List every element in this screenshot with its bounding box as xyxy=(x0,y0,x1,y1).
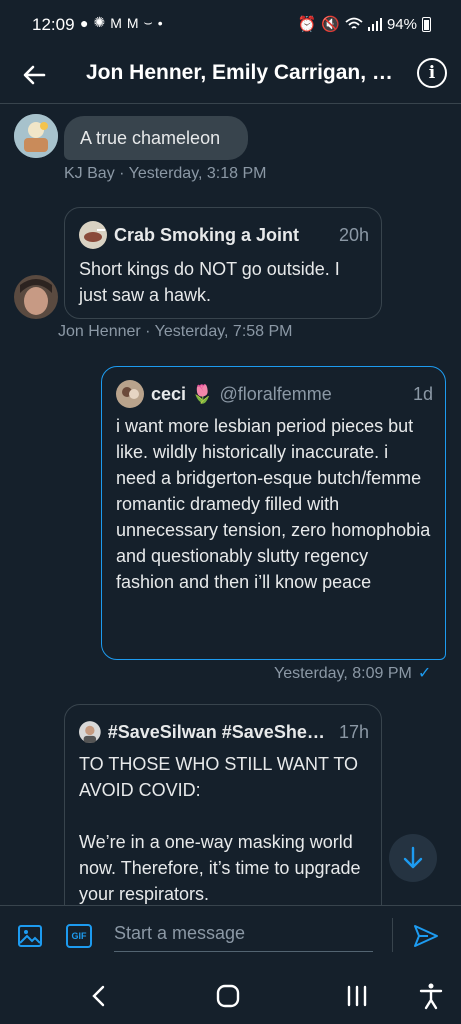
message-meta: Jon Henner · Yesterday, 7:58 PM xyxy=(58,323,293,340)
message-meta: Yesterday, 8:09 PM ✓ xyxy=(274,663,431,683)
message-input[interactable] xyxy=(114,916,373,952)
notification-icons: ● ✺ M M ⌣ • xyxy=(80,14,163,31)
quoted-tweet-header: Crab Smoking a Joint 20h xyxy=(79,220,369,250)
own-quoted-tweet-card[interactable]: ceci 🌷 @floralfemme 1d i want more lesbi… xyxy=(101,366,446,660)
quoted-tweet-time: 20h xyxy=(338,224,369,245)
info-icon[interactable]: i xyxy=(417,58,447,88)
message-composer: GIF xyxy=(0,905,461,965)
system-nav-bar xyxy=(0,965,461,1024)
nav-recents-icon[interactable] xyxy=(342,981,372,1011)
message-timestamp: Yesterday, 8:09 PM xyxy=(274,665,412,682)
dash-icon: ⌣ xyxy=(143,14,153,30)
gif-button[interactable]: GIF xyxy=(66,924,92,948)
app-notification-icon: ✺ xyxy=(93,14,106,30)
quoted-author-name: Crab Smoking a Joint xyxy=(114,224,300,245)
chat-notification-icon: ● xyxy=(80,14,89,31)
quoted-author-avatar xyxy=(79,721,101,743)
send-icon[interactable] xyxy=(412,922,440,950)
quoted-tweet-time: 1d xyxy=(412,383,433,404)
quoted-tweet-time: 17h xyxy=(338,721,369,742)
nav-home-icon[interactable] xyxy=(213,981,243,1011)
quoted-tweet-card[interactable]: Crab Smoking a Joint 20h Short kings do … xyxy=(64,207,382,319)
quoted-author-handle: @floralfemme xyxy=(219,383,332,404)
quoted-tweet-text: Short kings do NOT go outside. I just sa… xyxy=(79,259,345,305)
conversation-title[interactable]: Jon Henner, Emily Carrigan, KJ Bay xyxy=(86,58,406,88)
message-bubble[interactable]: A true chameleon xyxy=(64,116,248,160)
scroll-to-bottom-button[interactable] xyxy=(389,834,437,882)
wifi-icon xyxy=(345,17,363,29)
quoted-tweet-card[interactable]: #SaveSilwan #SaveSheikhJarrah 17h TO THO… xyxy=(64,704,382,934)
mute-icon: 🔇 xyxy=(321,16,340,33)
conversation-header: Jon Henner, Emily Carrigan, KJ Bay i xyxy=(0,50,461,104)
quoted-tweet-text: i want more lesbian period pieces but li… xyxy=(116,416,436,592)
quoted-tweet-header: #SaveSilwan #SaveSheikhJarrah 17h xyxy=(79,717,369,747)
battery-icon xyxy=(422,16,431,32)
image-icon[interactable] xyxy=(17,923,43,949)
avatar-kj-bay[interactable] xyxy=(14,114,58,158)
composer-divider xyxy=(392,918,393,952)
system-icons: ⏰ 🔇 94% xyxy=(298,15,431,33)
quoted-author-name: ceci 🌷 xyxy=(151,383,214,404)
arrow-down-icon xyxy=(403,846,423,869)
quoted-tweet-header: ceci 🌷 @floralfemme 1d xyxy=(116,379,433,409)
status-time: 12:09 xyxy=(32,15,75,34)
status-bar: 12:09 ● ✺ M M ⌣ • ⏰ 🔇 94% xyxy=(0,0,461,50)
message-meta: KJ Bay · Yesterday, 3:18 PM xyxy=(64,165,267,182)
quoted-tweet-text: TO THOSE WHO STILL WANT TO AVOID COVID: … xyxy=(79,754,361,904)
sent-check-icon: ✓ xyxy=(417,665,432,682)
accessibility-icon[interactable] xyxy=(416,981,446,1011)
signal-icon xyxy=(367,18,382,31)
quoted-author-name: #SaveSilwan #SaveSheikhJarrah xyxy=(107,721,325,742)
nav-back-icon[interactable] xyxy=(84,981,114,1011)
quoted-author-avatar xyxy=(116,380,144,408)
gmail-icon-2: M xyxy=(126,14,139,31)
dot-icon: • xyxy=(157,14,163,31)
back-arrow-icon[interactable] xyxy=(20,60,50,90)
alarm-icon: ⏰ xyxy=(297,16,317,33)
gmail-icon: M xyxy=(110,14,122,31)
avatar-jon-henner[interactable] xyxy=(14,275,58,319)
battery-percent: 94% xyxy=(386,15,417,33)
quoted-author-avatar xyxy=(79,221,107,249)
